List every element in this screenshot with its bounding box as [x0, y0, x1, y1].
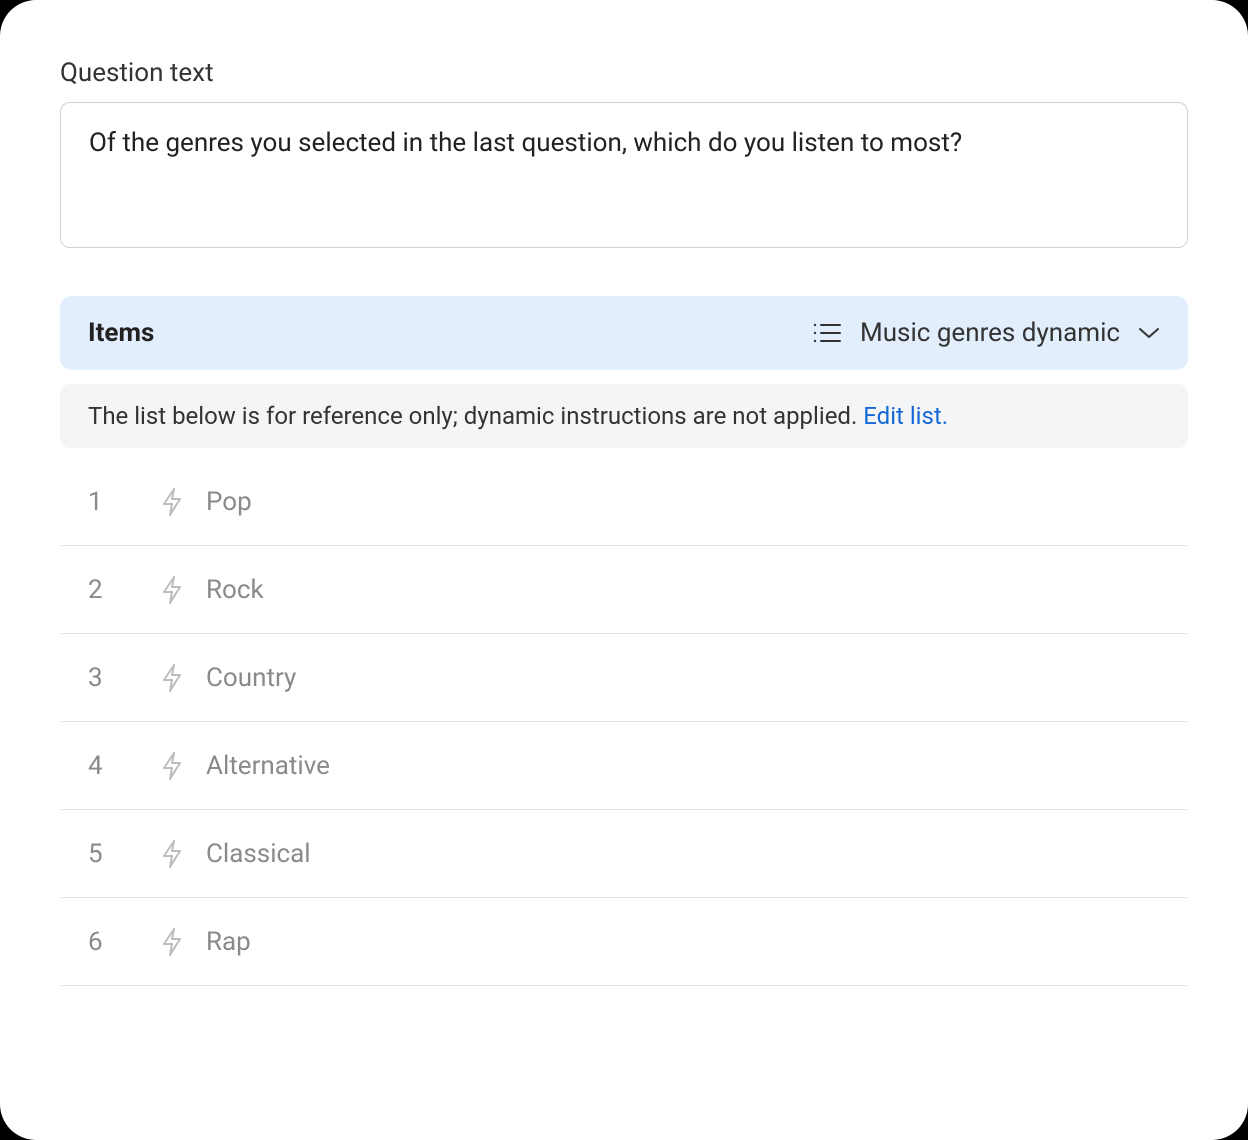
item-label: Alternative — [206, 751, 330, 781]
item-label: Country — [206, 663, 296, 693]
items-header: Items Music genres dynamic — [60, 296, 1188, 370]
items-header-title: Items — [88, 318, 154, 348]
items-list-selector-label: Music genres dynamic — [860, 318, 1120, 348]
lightning-icon — [160, 663, 206, 693]
lightning-icon — [160, 487, 206, 517]
question-text-input[interactable] — [60, 102, 1188, 248]
reference-notice: The list below is for reference only; dy… — [60, 384, 1188, 448]
item-label: Classical — [206, 839, 311, 869]
edit-list-link[interactable]: Edit list. — [863, 402, 948, 430]
items-list: 1 Pop 2 Rock 3 Countr — [60, 458, 1188, 986]
item-label: Rap — [206, 927, 251, 957]
list-item: 1 Pop — [60, 458, 1188, 546]
item-index: 3 — [60, 663, 160, 693]
lightning-icon — [160, 839, 206, 869]
lightning-icon — [160, 927, 206, 957]
list-item: 6 Rap — [60, 898, 1188, 986]
item-index: 4 — [60, 751, 160, 781]
items-list-selector[interactable]: Music genres dynamic — [812, 318, 1160, 348]
item-index: 6 — [60, 927, 160, 957]
lightning-icon — [160, 575, 206, 605]
question-text-label: Question text — [60, 58, 1188, 88]
lightning-icon — [160, 751, 206, 781]
item-label: Rock — [206, 575, 264, 605]
list-item: 2 Rock — [60, 546, 1188, 634]
list-item: 5 Classical — [60, 810, 1188, 898]
chevron-down-icon — [1138, 326, 1160, 340]
item-index: 2 — [60, 575, 160, 605]
item-index: 5 — [60, 839, 160, 869]
editor-card: Question text Items Music genres dynamic — [0, 0, 1248, 1140]
item-index: 1 — [60, 487, 160, 517]
reference-notice-text: The list below is for reference only; dy… — [88, 402, 863, 430]
list-item: 3 Country — [60, 634, 1188, 722]
item-label: Pop — [206, 487, 252, 517]
list-item: 4 Alternative — [60, 722, 1188, 810]
list-icon — [812, 320, 842, 346]
